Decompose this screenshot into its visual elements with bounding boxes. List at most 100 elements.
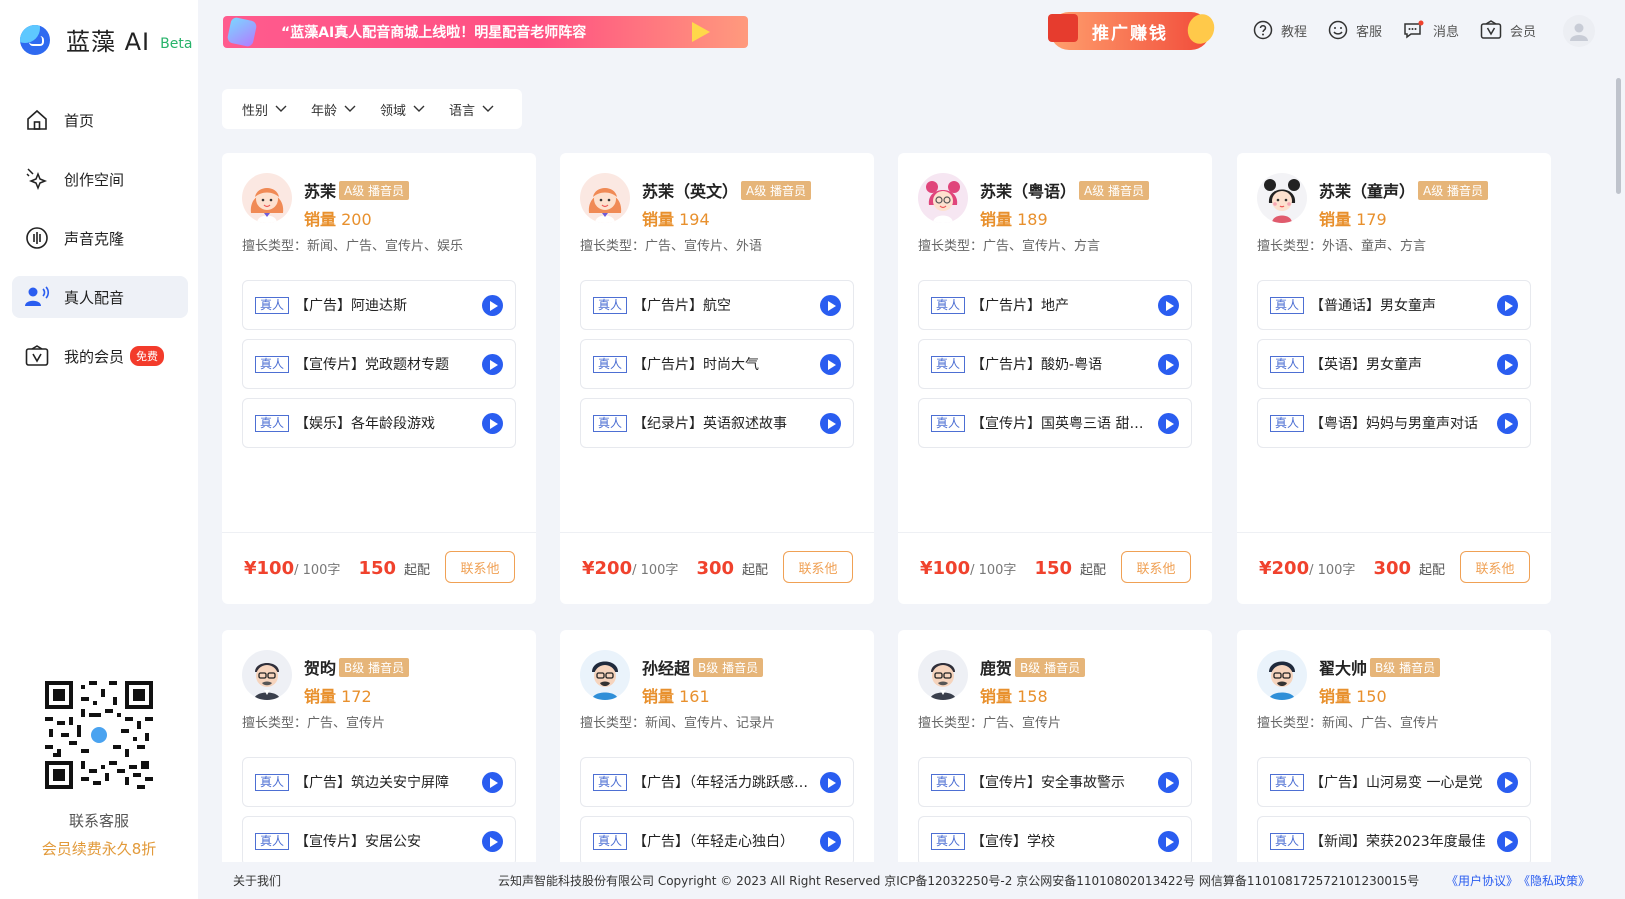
real-person-tag: 真人	[1270, 832, 1305, 850]
contact-button[interactable]: 联系他	[445, 551, 515, 583]
voice-actor-card[interactable]: 鹿贺 B级 播音员 销量 158 擅长类型：广告、宣传片 真人 【宣传片】安全事故警…	[898, 630, 1212, 862]
play-icon[interactable]	[1497, 354, 1518, 375]
voice-sample[interactable]: 真人 【宣传片】安居公安	[242, 816, 516, 862]
card-footer: ¥100/ 100字 150 起配 联系他	[898, 532, 1212, 604]
real-person-tag: 真人	[931, 355, 966, 373]
sample-title: 【宣传片】党政题材专题	[295, 357, 450, 373]
sales-count: 销量 150	[1319, 687, 1387, 706]
play-icon[interactable]	[1158, 772, 1179, 793]
qr-code	[45, 681, 153, 789]
voice-sample[interactable]: 真人 【广告】筑边关安宁屏障	[242, 757, 516, 807]
play-icon[interactable]	[820, 413, 841, 434]
play-icon[interactable]	[1158, 354, 1179, 375]
play-icon[interactable]	[1497, 413, 1518, 434]
voice-sample[interactable]: 真人 【广告片】酸奶-粤语	[918, 339, 1192, 389]
card-footer: ¥200/ 100字 300 起配 联系他	[560, 532, 874, 604]
voice-actor-card[interactable]: 孙经超 B级 播音员 销量 161 擅长类型：新闻、宣传片、记录片 真人 【广告】（…	[560, 630, 874, 862]
level-badge: A级 播音员	[1079, 180, 1150, 200]
voice-actor-card[interactable]: 苏茉（粤语） A级 播音员 销量 189 擅长类型：广告、宣传片、方言 真人 【广告…	[898, 153, 1212, 604]
play-icon[interactable]	[482, 831, 503, 852]
sidebar-item-my-membership[interactable]: 我的会员 免费	[12, 335, 188, 377]
play-icon[interactable]	[1497, 831, 1518, 852]
voice-sample[interactable]: 真人 【广告片】航空	[580, 280, 854, 330]
sample-title: 【广告】筑边关安宁屏障	[295, 775, 450, 791]
user-avatar[interactable]	[1563, 15, 1595, 47]
voice-sample[interactable]: 真人 【新闻】荣获2023年度最佳	[1257, 816, 1531, 862]
tutorial-link[interactable]: 教程	[1253, 20, 1307, 40]
play-icon[interactable]	[482, 354, 503, 375]
contact-button[interactable]: 联系他	[783, 551, 853, 583]
real-person-tag: 真人	[593, 832, 628, 850]
home-icon	[24, 107, 50, 133]
scrollbar-thumb[interactable]	[1616, 78, 1621, 194]
play-icon[interactable]	[820, 831, 841, 852]
sample-title: 【英语】男女童声	[1310, 357, 1423, 373]
voice-sample[interactable]: 真人 【普通话】男女童声	[1257, 280, 1531, 330]
play-icon[interactable]	[482, 413, 503, 434]
minimum-label: 起配	[742, 563, 769, 578]
voice-actor-card[interactable]: 苏茉（英文） A级 播音员 销量 194 擅长类型：广告、宣传片、外语 真人 【广告…	[560, 153, 874, 604]
filter-label: 性别	[242, 103, 269, 119]
play-icon[interactable]	[1158, 413, 1179, 434]
membership-link[interactable]: 会员	[1480, 20, 1536, 40]
top-bar: “蓝藻AI真人配音商城上线啦！明星配音老师阵容 推广赚钱 教程 客服 消息 会员	[198, 0, 1625, 64]
voice-sample[interactable]: 真人 【广告片】地产	[918, 280, 1192, 330]
sidebar-item-voice-actor[interactable]: 真人配音	[12, 276, 188, 318]
voice-sample[interactable]: 真人 【宣传】学校	[918, 816, 1192, 862]
voice-sample[interactable]: 真人 【广告】山河易变 一心是党	[1257, 757, 1531, 807]
sidebar-item-creative-space[interactable]: 创作空间	[12, 158, 188, 200]
user-agreement-link[interactable]: 《用户协议》	[1446, 874, 1518, 888]
voice-sample[interactable]: 真人 【宣传片】党政题材专题	[242, 339, 516, 389]
customer-service-link[interactable]: 客服	[1328, 20, 1382, 40]
membership-label: 会员	[1510, 24, 1537, 40]
scrollbar[interactable]	[1612, 64, 1625, 862]
voice-sample[interactable]: 真人 【广告】（年轻走心独白）	[580, 816, 854, 862]
filter-domain[interactable]: 领域	[380, 100, 425, 119]
contact-button[interactable]: 联系他	[1121, 551, 1191, 583]
voice-sample[interactable]: 真人 【广告片】时尚大气	[580, 339, 854, 389]
sales-count: 销量 200	[304, 210, 372, 229]
play-icon[interactable]	[1158, 295, 1179, 316]
play-icon[interactable]	[1158, 831, 1179, 852]
voice-actor-card[interactable]: 翟大帅 B级 播音员 销量 150 擅长类型：新闻、广告、宣传片 真人 【广告】山河…	[1237, 630, 1551, 862]
sample-title: 【宣传】学校	[971, 834, 1056, 850]
real-person-tag: 真人	[255, 355, 290, 373]
voice-sample[interactable]: 真人 【英语】男女童声	[1257, 339, 1531, 389]
voice-sample[interactable]: 真人 【纪录片】英语叙述故事	[580, 398, 854, 448]
voice-actor-card[interactable]: 贺昀 B级 播音员 销量 172 擅长类型：广告、宣传片 真人 【广告】筑边关安宁屏…	[222, 630, 536, 862]
voice-sample[interactable]: 真人 【宣传片】国英粤三语 甜美女声	[918, 398, 1192, 448]
sidebar-item-home[interactable]: 首页	[12, 99, 188, 141]
specialty-text: 擅长类型：外语、童声、方言	[1257, 239, 1427, 254]
copyright-text: 云知声智能科技股份有限公司 Copyright © 2023 All Right…	[498, 874, 1420, 888]
voice-sample[interactable]: 真人 【广告】（年轻活力跳跃感觉）	[580, 757, 854, 807]
about-us-link[interactable]: 关于我们	[233, 872, 281, 889]
voice-sample[interactable]: 真人 【广告】阿迪达斯	[242, 280, 516, 330]
filter-language[interactable]: 语言	[449, 100, 494, 119]
privacy-policy-link[interactable]: 《隐私政策》	[1524, 874, 1590, 888]
play-icon[interactable]	[820, 772, 841, 793]
voice-actor-card[interactable]: 苏茉（童声） A级 播音员 销量 179 擅长类型：外语、童声、方言 真人 【普通话…	[1237, 153, 1551, 604]
price-unit: / 100字	[294, 563, 341, 578]
messages-link[interactable]: 消息	[1403, 20, 1459, 40]
voice-sample[interactable]: 真人 【宣传片】安全事故警示	[918, 757, 1192, 807]
play-icon[interactable]	[820, 295, 841, 316]
voice-sample[interactable]: 真人 【粤语】妈妈与男童声对话	[1257, 398, 1531, 448]
promo-banner[interactable]: “蓝藻AI真人配音商城上线啦！明星配音老师阵容	[223, 16, 748, 48]
play-icon[interactable]	[820, 354, 841, 375]
level-badge: B级 播音员	[1370, 657, 1441, 677]
play-icon[interactable]	[1497, 772, 1518, 793]
specialty-text: 擅长类型：广告、宣传片	[242, 716, 386, 731]
app-logo[interactable]: 蓝藻 AI Beta	[20, 22, 192, 57]
contact-button[interactable]: 联系他	[1460, 551, 1530, 583]
contact-service-label[interactable]: 联系客服	[0, 810, 198, 831]
voice-sample[interactable]: 真人 【娱乐】各年龄段游戏	[242, 398, 516, 448]
filter-age[interactable]: 年龄	[311, 100, 356, 119]
play-icon[interactable]	[1497, 295, 1518, 316]
play-icon[interactable]	[482, 772, 503, 793]
sidebar-item-voice-clone[interactable]: 声音克隆	[12, 217, 188, 259]
vip-renew-promo[interactable]: 会员续费永久8折	[0, 838, 198, 859]
play-icon[interactable]	[482, 295, 503, 316]
filter-gender[interactable]: 性别	[242, 100, 287, 119]
vip-icon	[1480, 20, 1502, 39]
voice-actor-card[interactable]: 苏茉 A级 播音员 销量 200 擅长类型：新闻、广告、宣传片、娱乐 真人 【广告】…	[222, 153, 536, 604]
